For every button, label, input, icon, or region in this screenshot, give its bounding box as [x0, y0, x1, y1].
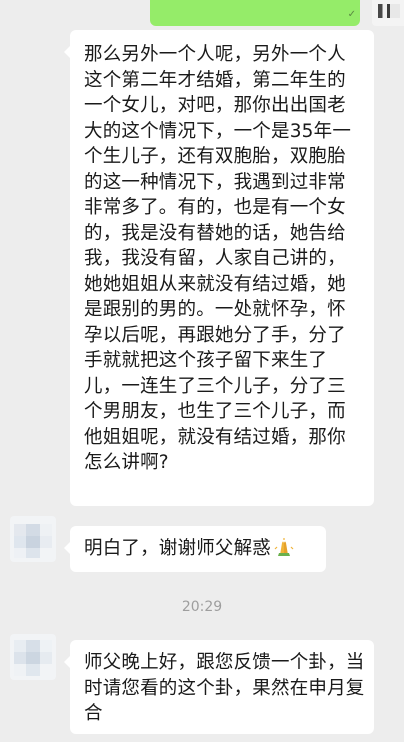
message-text: 那么另外一个人呢，另外一个人这个第二年才结婚，第二年生的一个女儿，对吧，那你出出… [84, 44, 352, 473]
avatar-pixel [26, 640, 40, 652]
read-receipt-icon: ✓ [347, 9, 356, 20]
message-text: 明白了，谢谢师父解惑 [84, 538, 272, 559]
avatar-pixel [26, 652, 40, 664]
message-bubble[interactable]: 师父晚上好，跟您反馈一个卦，当时请您看的这个卦，果然在申月复合 [64, 640, 374, 734]
message-bubble[interactable]: 明白了，谢谢师父解惑 [64, 526, 326, 572]
message-content: 明白了，谢谢师父解惑 [84, 536, 295, 562]
avatar-pixel [40, 536, 52, 548]
avatar-pixel [26, 524, 40, 536]
avatar-pixel [40, 524, 52, 536]
avatar-pixel [14, 524, 26, 536]
avatar[interactable] [372, 0, 404, 26]
avatar-pixel [40, 652, 52, 664]
pray-icon [274, 538, 294, 556]
message-bubble[interactable]: 那么另外一个人呢，另外一个人这个第二年才结婚，第二年生的一个女儿，对吧，那你出出… [64, 30, 374, 506]
chat-window: ✓ 那么另外一个人呢，另外一个人这个第二年才结婚，第二年生的一个女儿，对吧，那你… [0, 0, 404, 742]
avatar-pixel [40, 640, 52, 652]
avatar-pixel [14, 548, 26, 558]
avatar-pixel [14, 664, 26, 676]
avatar-pixel [26, 664, 40, 676]
avatar-pixel [14, 640, 26, 652]
avatar-pixel [26, 548, 40, 558]
avatar[interactable] [10, 516, 56, 562]
chat-timestamp: 20:29 [181, 599, 223, 615]
avatar-pixel [14, 652, 26, 664]
avatar-pixel [26, 536, 40, 548]
message-text: 师父晚上好，跟您反馈一个卦，当时请您看的这个卦，果然在申月复合 [84, 652, 365, 724]
avatar-mosaic [378, 4, 400, 18]
avatar[interactable] [10, 634, 56, 680]
avatar-pixel [14, 536, 26, 548]
outgoing-message-bubble-partial[interactable]: ✓ [150, 0, 360, 26]
